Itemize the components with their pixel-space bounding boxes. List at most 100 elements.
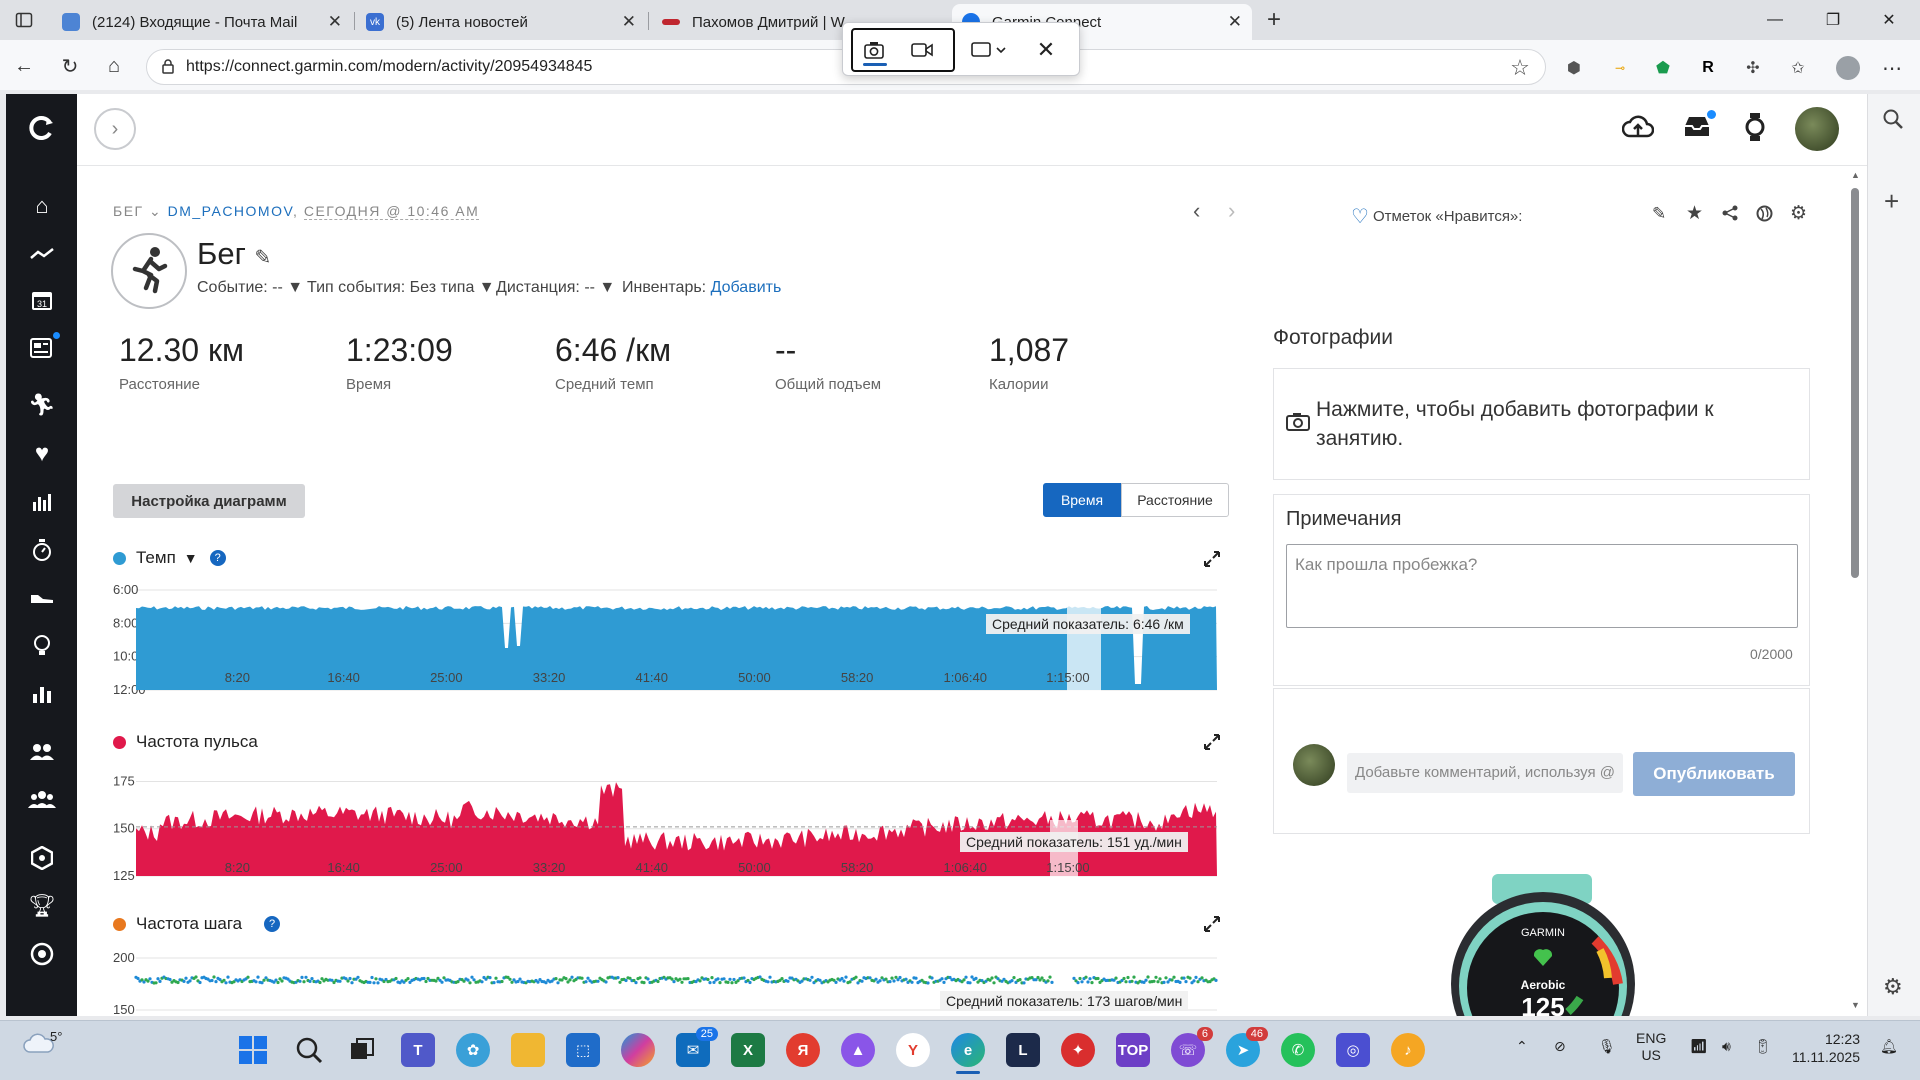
distance-dropdown[interactable]: Дистанция: -- ▼	[496, 279, 615, 297]
activity-title-text[interactable]: Бег	[197, 236, 246, 271]
extension-guard-icon[interactable]: ⬟	[1651, 56, 1675, 80]
likes[interactable]: ♡ Отметок «Нравится»:	[1351, 204, 1522, 229]
lock-icon[interactable]	[155, 53, 181, 79]
viber-icon[interactable]: ☏ 6	[1171, 1027, 1213, 1067]
task-view-icon[interactable]	[346, 1033, 380, 1067]
expand-icon[interactable]	[1203, 550, 1221, 568]
wifi-icon[interactable]: 📶︎	[1690, 1038, 1708, 1055]
chevron-up-icon[interactable]: ⌃	[1516, 1038, 1528, 1055]
search-icon[interactable]	[292, 1033, 326, 1067]
scroll-down-arrow-icon[interactable]: ▼	[1851, 1000, 1860, 1010]
add-sidebar-app-button[interactable]: +	[1884, 186, 1899, 217]
favorite-star-icon[interactable]: ★	[1686, 202, 1703, 225]
expand-icon[interactable]	[1203, 915, 1221, 933]
excel-icon[interactable]: X	[731, 1033, 765, 1067]
activity-trend-icon[interactable]	[28, 240, 56, 268]
connections-icon[interactable]	[28, 738, 56, 766]
breadcrumb-user[interactable]: DM_PACHOMOV	[168, 203, 293, 219]
device-watch-icon[interactable]	[1744, 112, 1766, 147]
minimize-button[interactable]: —	[1752, 0, 1798, 40]
notes-textarea[interactable]: Как прошла пробежка?	[1286, 544, 1798, 628]
share-icon[interactable]	[1722, 205, 1738, 226]
heart-rate-chart[interactable]: 175 150 125 8:20 16:40 25:00 33:20 41:40 50:00 58…	[113, 760, 1221, 880]
help-icon[interactable]: ?	[209, 550, 226, 566]
event-dropdown[interactable]: Событие: -- ▼	[197, 279, 303, 297]
reports-bars-icon[interactable]	[28, 488, 56, 516]
publish-button[interactable]: Опубликовать	[1633, 752, 1795, 796]
edit-pencil-icon[interactable]: ✎	[1652, 204, 1666, 224]
badges-hexagon-icon[interactable]	[28, 844, 56, 872]
extension-key-icon[interactable]: ⊸	[1608, 56, 1632, 80]
pace-chart[interactable]: 6:008:0010:0012:008:20 16:40 25:00 33:20 41:…	[113, 578, 1221, 696]
garmin-logo-icon[interactable]	[28, 114, 56, 142]
health-heart-icon[interactable]: ♥	[28, 440, 56, 468]
add-gear-link[interactable]: Добавить	[711, 279, 782, 296]
prev-activity-icon[interactable]: ‹	[1193, 198, 1200, 224]
music-app-icon[interactable]: ♪	[1391, 1033, 1425, 1067]
heart-outline-icon[interactable]: ♡	[1351, 204, 1369, 229]
language-indicator[interactable]: ENG US	[1636, 1030, 1666, 1064]
favorite-star-icon[interactable]: ☆	[1508, 55, 1532, 80]
maximize-button[interactable]: ❐	[1810, 0, 1856, 40]
sidebar-toggle-icon[interactable]	[11, 7, 37, 33]
extensions-puzzle-icon[interactable]: ✣	[1741, 56, 1765, 80]
close-icon[interactable]: ✕	[1033, 37, 1059, 63]
toggle-distance-button[interactable]: Расстояние	[1121, 483, 1229, 517]
teams-icon[interactable]: T	[401, 1033, 435, 1067]
outlook-icon[interactable]: ✉ 25	[676, 1027, 718, 1067]
pace-title-text[interactable]: Темп	[136, 548, 176, 568]
search-icon[interactable]	[1882, 108, 1904, 135]
l-app-icon[interactable]: L	[1006, 1033, 1040, 1067]
news-feed-icon[interactable]	[28, 332, 60, 362]
photos-upload-card[interactable]: Нажмите, чтобы добавить фотографии к зан…	[1273, 368, 1810, 480]
close-icon[interactable]: ✕	[622, 12, 636, 32]
upload-cloud-icon[interactable]	[1621, 114, 1655, 147]
photos-app-icon[interactable]: ✿	[456, 1033, 490, 1067]
avatar[interactable]	[1795, 107, 1839, 151]
start-windows-icon[interactable]	[236, 1033, 270, 1067]
toggle-time-button[interactable]: Время	[1043, 483, 1121, 517]
performance-stats-icon[interactable]	[28, 680, 56, 708]
chat-app-icon[interactable]: ◎	[1336, 1033, 1370, 1067]
battery-icon[interactable]: 🔋︎	[1754, 1038, 1772, 1055]
caret-down-icon[interactable]: ▼	[184, 550, 198, 566]
groups-icon[interactable]	[28, 786, 56, 814]
new-tab-button[interactable]: +	[1261, 6, 1287, 33]
edge-icon[interactable]: e	[951, 1033, 985, 1067]
more-menu-icon[interactable]: ⋯	[1880, 56, 1904, 80]
help-icon[interactable]: ?	[264, 916, 281, 932]
home-icon[interactable]: ⌂	[28, 192, 56, 220]
weather-widget[interactable]: 5°	[22, 1029, 62, 1056]
store-icon[interactable]: ⬚	[566, 1033, 600, 1067]
gear-icon[interactable]: ⚙	[1883, 974, 1903, 1000]
trophy-icon[interactable]: 🏆︎	[28, 892, 56, 920]
telegram-icon[interactable]: ➤ 46	[1226, 1027, 1268, 1067]
close-window-button[interactable]: ✕	[1866, 0, 1912, 40]
extension-shield-icon[interactable]: ⬢	[1562, 56, 1586, 80]
expand-icon[interactable]	[1203, 733, 1221, 751]
stopwatch-icon[interactable]	[28, 536, 56, 564]
next-activity-icon[interactable]: ›	[1228, 198, 1235, 224]
insights-bulb-icon[interactable]	[28, 632, 56, 660]
calendar-icon[interactable]: 31	[28, 286, 56, 314]
breadcrumb-sport[interactable]: БЕГ	[113, 203, 144, 219]
favorites-icon[interactable]: ✩	[1786, 56, 1810, 80]
red-app-icon[interactable]: ✦	[1061, 1033, 1095, 1067]
chart-settings-button[interactable]: Настройка диаграмм	[113, 484, 305, 518]
reload-button[interactable]: ↻	[57, 53, 83, 79]
extension-r-icon[interactable]: R	[1696, 56, 1720, 80]
tab-mail[interactable]: (2124) Входящие - Почта Mail ✕	[52, 4, 352, 40]
microphone-icon[interactable]: 🎙︎	[1598, 1038, 1616, 1055]
alice-icon[interactable]: ▲	[841, 1033, 875, 1067]
privacy-globe-icon[interactable]	[1756, 205, 1773, 227]
expand-nav-button[interactable]: ›	[94, 108, 136, 150]
top-app-icon[interactable]: TOP	[1116, 1033, 1150, 1067]
file-explorer-icon[interactable]	[511, 1033, 545, 1067]
video-icon[interactable]	[909, 37, 935, 63]
edit-pencil-icon[interactable]: ✎	[255, 247, 272, 269]
inbox-icon[interactable]	[1682, 110, 1716, 145]
notification-bell-icon[interactable]: 🔔︎	[1880, 1038, 1898, 1055]
comment-input[interactable]: Добавьте комментарий, используя @	[1347, 753, 1623, 793]
home-button[interactable]: ⌂	[101, 53, 127, 79]
camera-icon[interactable]	[861, 37, 887, 63]
